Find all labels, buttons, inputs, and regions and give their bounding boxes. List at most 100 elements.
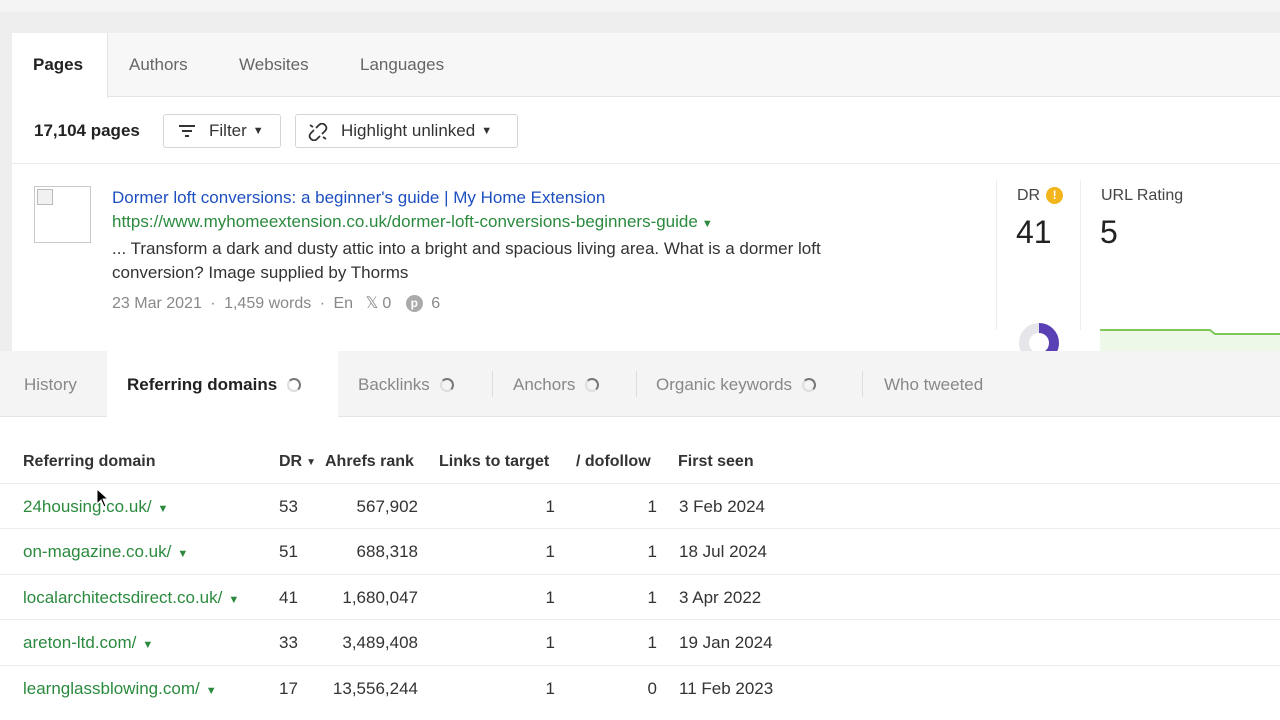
chevron-down-icon: ▼ bbox=[701, 218, 713, 230]
table-row: localarchitectsdirect.co.uk/▼ 41 1,680,0… bbox=[0, 574, 1280, 619]
tab-history[interactable]: History bbox=[4, 351, 97, 417]
dofollow-cell: 1 bbox=[647, 588, 657, 607]
unlink-icon bbox=[308, 123, 328, 141]
dr-cell: 17 bbox=[279, 679, 298, 698]
referring-domains-table: Referring domain DR ▼ Ahrefs rank Links t… bbox=[0, 417, 1280, 720]
highlight-unlinked-button[interactable]: Highlight unlinked ▼ bbox=[295, 114, 518, 148]
first-seen-cell: 11 Feb 2023 bbox=[679, 679, 774, 698]
filter-label: Filter bbox=[209, 121, 247, 140]
rank-cell: 1,680,047 bbox=[342, 588, 418, 607]
loading-spinner-icon bbox=[439, 378, 454, 392]
meta-separator: · bbox=[210, 295, 216, 312]
tab-anchors[interactable]: Anchors bbox=[493, 351, 619, 417]
tab-backlinks[interactable]: Backlinks bbox=[338, 351, 474, 417]
links-cell[interactable]: 1 bbox=[500, 588, 555, 608]
mouse-pointer-icon bbox=[96, 488, 110, 508]
result-snippet: ... Transform a dark and dusty attic int… bbox=[112, 239, 821, 282]
loading-spinner-icon bbox=[287, 378, 302, 392]
top-tabs: Pages Authors Websites Languages bbox=[12, 33, 1280, 98]
chevron-down-icon: ▼ bbox=[205, 685, 217, 697]
top-strip bbox=[0, 0, 1280, 12]
table-row: areton-ltd.com/▼ 33 3,489,408 1 1 19 Jan… bbox=[0, 619, 1280, 664]
links-cell[interactable]: 1 bbox=[500, 542, 555, 562]
result-url: https://www.myhomeextension.co.uk/dormer… bbox=[112, 212, 698, 231]
x-count: 0 bbox=[382, 295, 392, 312]
toolbar: 17,104 pages Filter ▼ Highlight unlinked ▼ bbox=[12, 98, 1280, 164]
url-rating-label: URL Rating bbox=[1101, 187, 1184, 204]
chevron-down-icon: ▼ bbox=[481, 125, 493, 137]
links-cell[interactable]: 1 bbox=[500, 497, 555, 517]
links-cell[interactable]: 1 bbox=[500, 633, 555, 653]
dr-cell: 51 bbox=[279, 542, 298, 561]
broken-image-icon bbox=[37, 189, 53, 205]
dofollow-cell: 1 bbox=[647, 497, 657, 516]
filter-icon bbox=[179, 125, 195, 137]
page-thumbnail bbox=[34, 186, 91, 243]
col-header-ahrefs-rank[interactable]: Ahrefs rank bbox=[325, 453, 414, 471]
loading-spinner-icon bbox=[802, 378, 817, 392]
col-header-domain[interactable]: Referring domain bbox=[23, 453, 155, 471]
chevron-down-icon: ▼ bbox=[228, 594, 240, 606]
metric-divider bbox=[996, 180, 997, 330]
domain-link[interactable]: localarchitectsdirect.co.uk/▼ bbox=[23, 588, 239, 608]
first-seen-cell: 19 Jan 2024 bbox=[679, 633, 773, 652]
first-seen-cell: 3 Feb 2024 bbox=[679, 497, 766, 516]
tab-separator bbox=[862, 371, 863, 397]
result-meta: 23 Mar 2021 · 1,459 words · En 𝕏0 p 6 bbox=[112, 293, 444, 313]
tab-languages[interactable]: Languages bbox=[339, 33, 465, 98]
tab-who-tweeted[interactable]: Who tweeted bbox=[864, 351, 1003, 417]
table-row: 24housing.co.uk/▼ 53 567,902 1 1 3 Feb 2… bbox=[0, 483, 1280, 528]
chevron-down-icon: ▼ bbox=[252, 125, 264, 137]
chevron-down-icon: ▼ bbox=[177, 548, 189, 560]
result-lang: En bbox=[333, 295, 354, 312]
dr-cell: 53 bbox=[279, 497, 298, 516]
meta-separator: · bbox=[319, 295, 326, 312]
tab-referring-domains[interactable]: Referring domains bbox=[107, 351, 338, 418]
loading-spinner-icon bbox=[585, 378, 600, 392]
col-header-dr[interactable]: DR ▼ bbox=[279, 453, 316, 471]
table-row: learnglassblowing.com/▼ 17 13,556,244 1 … bbox=[0, 665, 1280, 710]
page-panel: Pages Authors Websites Languages 17,104 … bbox=[12, 33, 1280, 363]
chevron-down-icon: ▼ bbox=[157, 503, 169, 515]
rank-cell: 567,902 bbox=[356, 497, 418, 516]
dr-cell: 33 bbox=[279, 633, 298, 652]
dr-label: DR! bbox=[1017, 187, 1064, 205]
chevron-down-icon: ▼ bbox=[142, 639, 154, 651]
col-header-first-seen[interactable]: First seen bbox=[678, 453, 754, 471]
metric-divider bbox=[1080, 180, 1081, 330]
pinterest-count: 6 bbox=[431, 295, 441, 312]
dr-cell: 41 bbox=[279, 588, 298, 607]
dofollow-cell: 1 bbox=[647, 633, 657, 652]
first-seen-cell: 18 Jul 2024 bbox=[679, 542, 767, 561]
result-title-link[interactable]: Dormer loft conversions: a beginner's gu… bbox=[112, 188, 605, 208]
detail-tabs: History Referring domains Backlinks Anch… bbox=[0, 351, 1280, 418]
tab-organic-keywords[interactable]: Organic keywords bbox=[636, 351, 836, 417]
col-header-links-to-target[interactable]: Links to target bbox=[439, 453, 549, 471]
result-date: 23 Mar 2021 bbox=[112, 295, 202, 312]
info-icon[interactable]: ! bbox=[1046, 187, 1064, 204]
rank-cell: 13,556,244 bbox=[332, 679, 418, 698]
result-url-link[interactable]: https://www.myhomeextension.co.uk/dormer… bbox=[112, 212, 713, 232]
sort-desc-icon: ▼ bbox=[306, 457, 317, 468]
url-rating-value: 5 bbox=[1100, 214, 1118, 250]
x-icon: 𝕏 bbox=[365, 295, 379, 312]
result-words: 1,459 words bbox=[224, 295, 312, 312]
table-row: on-magazine.co.uk/▼ 51 688,318 1 1 18 Ju… bbox=[0, 528, 1280, 573]
dr-value: 41 bbox=[1016, 214, 1052, 250]
domain-link[interactable]: areton-ltd.com/▼ bbox=[23, 633, 153, 653]
filter-button[interactable]: Filter ▼ bbox=[163, 114, 281, 148]
links-cell[interactable]: 1 bbox=[500, 679, 555, 699]
page-count: 17,104 pages bbox=[34, 121, 140, 140]
highlight-label: Highlight unlinked bbox=[341, 121, 476, 140]
first-seen-cell: 3 Apr 2022 bbox=[679, 588, 762, 607]
dofollow-cell: 1 bbox=[647, 542, 657, 561]
rank-cell: 688,318 bbox=[356, 542, 418, 561]
tab-websites[interactable]: Websites bbox=[218, 33, 330, 98]
dofollow-cell: 0 bbox=[647, 679, 657, 698]
tab-authors[interactable]: Authors bbox=[108, 33, 209, 98]
domain-link[interactable]: on-magazine.co.uk/▼ bbox=[23, 542, 188, 562]
tab-pages[interactable]: Pages bbox=[12, 33, 108, 98]
col-header-dofollow[interactable]: / dofollow bbox=[576, 453, 651, 471]
domain-link[interactable]: learnglassblowing.com/▼ bbox=[23, 679, 217, 699]
rank-cell: 3,489,408 bbox=[342, 633, 418, 652]
